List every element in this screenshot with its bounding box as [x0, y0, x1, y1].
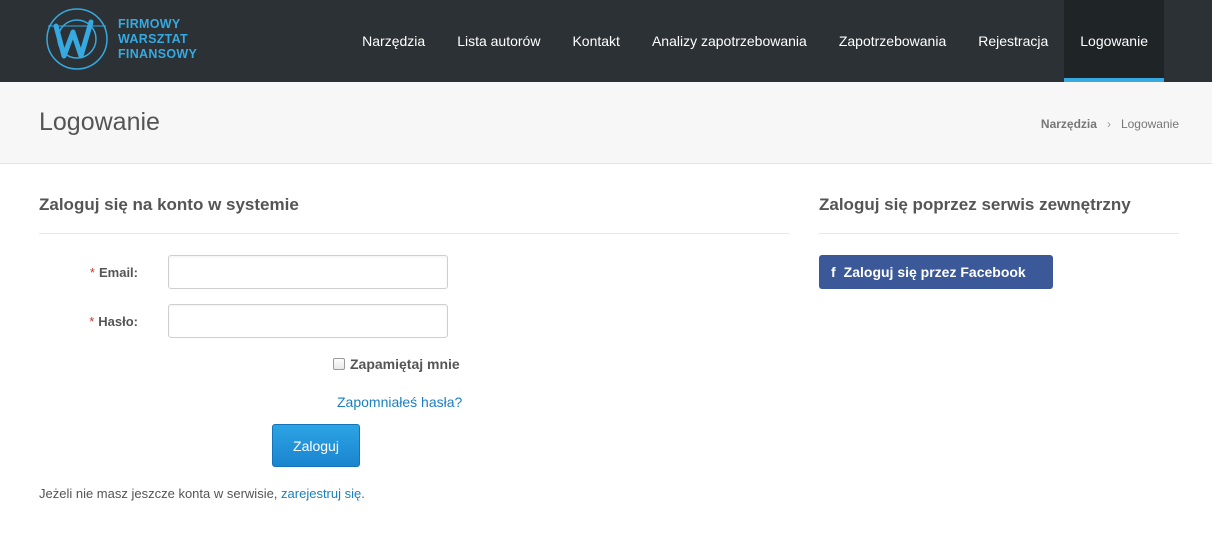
- email-label-text: Email:: [98, 264, 138, 280]
- external-login-heading: Zaloguj się poprzez serwis zewnętrzny: [819, 164, 1179, 234]
- nav-item-logowanie[interactable]: Logowanie: [1064, 0, 1164, 82]
- password-label-text: Hasło:: [98, 313, 138, 329]
- register-suffix: .: [361, 486, 365, 501]
- facebook-login-button[interactable]: f Zaloguj się przez Facebook: [819, 255, 1053, 289]
- breadcrumb: Narzędzia › Logowanie: [1041, 117, 1179, 131]
- login-button[interactable]: Zaloguj: [272, 424, 360, 467]
- page-title: Logowanie: [39, 108, 160, 136]
- brand-line-1: FIRMOWY: [118, 16, 181, 31]
- password-field[interactable]: [168, 304, 448, 338]
- external-login-panel: Zaloguj się poprzez serwis zewnętrzny f …: [819, 164, 1179, 289]
- login-heading: Zaloguj się na konto w systemie: [39, 164, 789, 234]
- main-content: Zaloguj się na konto w systemie * Email: …: [0, 164, 1212, 549]
- w-circle-logo-icon: [46, 8, 108, 70]
- forgot-password-link[interactable]: Zapomniałeś hasła?: [337, 394, 462, 410]
- login-panel: Zaloguj się na konto w systemie * Email: …: [39, 164, 789, 501]
- facebook-icon: f: [831, 264, 836, 280]
- brand-name: FIRMOWY WARSZTAT FINANSOWY: [118, 17, 197, 62]
- breadcrumb-separator: ›: [1106, 117, 1111, 131]
- nav-item-narzedzia[interactable]: Narzędzia: [346, 0, 441, 82]
- main-nav: Narzędzia Lista autorów Kontakt Analizy …: [346, 0, 1164, 82]
- nav-item-analizy-zapotrzebowania[interactable]: Analizy zapotrzebowania: [636, 0, 823, 82]
- breadcrumb-link-narzedzia[interactable]: Narzędzia: [1041, 117, 1097, 131]
- register-prefix: Jeżeli nie masz jeszcze konta w serwisie…: [39, 486, 282, 501]
- page-header: Logowanie Narzędzia › Logowanie: [0, 82, 1212, 164]
- email-label: * Email:: [39, 265, 138, 280]
- brand-line-3: FINANSOWY: [118, 46, 198, 61]
- remember-me[interactable]: Zapamiętaj mnie: [333, 356, 460, 372]
- required-mark: *: [89, 264, 95, 280]
- nav-item-kontakt[interactable]: Kontakt: [556, 0, 635, 82]
- brand-line-2: WARSZTAT: [118, 31, 188, 46]
- nav-item-zapotrzebowania[interactable]: Zapotrzebowania: [823, 0, 962, 82]
- email-field[interactable]: [168, 255, 448, 289]
- facebook-login-label: Zaloguj się przez Facebook: [843, 264, 1026, 280]
- password-row: * Hasło:: [39, 304, 448, 338]
- register-link[interactable]: zarejestruj się: [281, 486, 361, 501]
- nav-item-lista-autorow[interactable]: Lista autorów: [441, 0, 556, 82]
- nav-item-rejestracja[interactable]: Rejestracja: [962, 0, 1064, 82]
- required-mark: *: [89, 313, 95, 329]
- register-note: Jeżeli nie masz jeszcze konta w serwisie…: [39, 486, 365, 501]
- top-navbar: FIRMOWY WARSZTAT FINANSOWY Narzędzia Lis…: [0, 0, 1212, 82]
- breadcrumb-current: Logowanie: [1120, 117, 1179, 131]
- remember-checkbox[interactable]: [333, 358, 345, 370]
- brand-logo[interactable]: FIRMOWY WARSZTAT FINANSOWY: [44, 6, 197, 72]
- password-label: * Hasło:: [39, 314, 138, 329]
- remember-label[interactable]: Zapamiętaj mnie: [350, 356, 460, 372]
- email-row: * Email:: [39, 255, 448, 289]
